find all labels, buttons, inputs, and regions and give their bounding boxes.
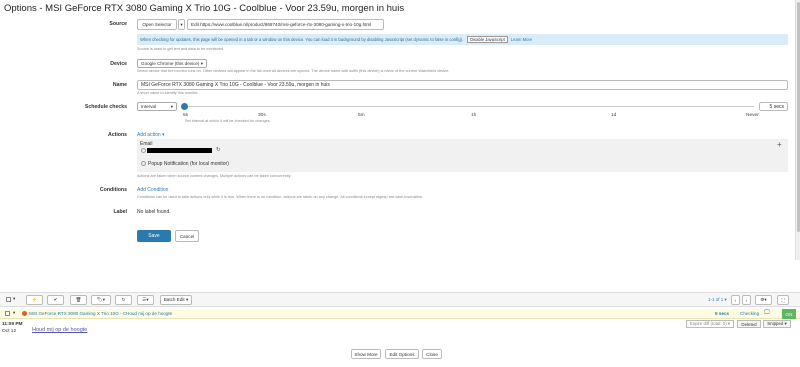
device-help: Select device that the monitor runs on. … xyxy=(137,69,450,73)
row-interval[interactable]: 5 secs xyxy=(715,311,729,316)
cancel-button[interactable]: Cancel xyxy=(175,230,199,242)
schedule-type-select[interactable]: Interval ▾ xyxy=(137,102,177,111)
label-button[interactable]: 🏷▾ xyxy=(91,295,111,305)
watchlist-toolbar: ▾ ⚡ ✔ 🗑 🏷▾ ↻ ☰▾ Batch Edit ▾ 1-1 of 1 ▾ … xyxy=(0,292,800,307)
detail-panel: 11:09 PM Oct 12 Houd mij op de hoogte Ex… xyxy=(0,319,800,367)
next-page-button[interactable]: › xyxy=(742,295,751,305)
label-field-label: Label xyxy=(113,209,127,215)
popup-action-label: Popup Notification (for local monitor) xyxy=(148,161,229,167)
device-select[interactable]: Google Chrome (this device) ▾ xyxy=(137,59,207,68)
trash-icon: 🗑 xyxy=(75,297,82,302)
interval-slider-track[interactable] xyxy=(186,106,754,107)
redacted-email xyxy=(147,148,212,153)
device-select-value: Google Chrome (this device) xyxy=(141,61,200,66)
source-help: Source is used to get text and data to b… xyxy=(137,47,225,51)
select-all-checkbox[interactable] xyxy=(6,297,11,302)
check-now-button[interactable]: ⚡ xyxy=(26,295,43,305)
page-title: Options - MSI GeForce RTX 3080 Gaming X … xyxy=(4,3,405,14)
plus-icon[interactable]: + xyxy=(777,140,782,149)
conditions-help: Conditions can be used to take actions o… xyxy=(137,195,424,199)
schedule-label: Schedule checks xyxy=(84,104,127,110)
row-subtitle[interactable]: Houd mij op de hoogte xyxy=(126,311,172,316)
chevron-down-icon[interactable]: ▾ xyxy=(13,310,15,316)
detail-content[interactable]: Houd mij op de hoogte xyxy=(32,327,87,333)
chevron-down-icon[interactable]: ▾ xyxy=(13,296,15,302)
gear-icon: ⚙▾ xyxy=(760,297,767,302)
pagination-select[interactable]: 1-1 of 1 ▾ xyxy=(708,297,727,303)
schedule-type-value: Interval xyxy=(141,104,157,109)
disable-javascript-button[interactable]: Disable JavaScript xyxy=(467,36,508,43)
chevron-down-icon: ▾ xyxy=(170,103,173,109)
interval-slider-thumb[interactable] xyxy=(181,103,188,110)
add-action-link[interactable]: Add action ▾ xyxy=(137,132,165,138)
name-input[interactable]: MSI GeForce RTX 3080 Gaming X Trio 10G -… xyxy=(137,80,788,90)
tick-label: 5s xyxy=(183,113,189,118)
interval-value-input[interactable]: 5 secs xyxy=(759,102,788,111)
email-remove-icon[interactable] xyxy=(141,148,146,153)
tick-label: 1h xyxy=(471,113,477,118)
table-row[interactable]: ▾ MSI GeForce RTX 3080 Gaming X Trio 10G… xyxy=(0,309,800,319)
label-value: No label found. xyxy=(137,209,171,215)
list-view-button[interactable]: ☰▾ xyxy=(137,295,154,305)
fullscreen-icon: ⛶ xyxy=(781,297,785,303)
schedule-help: Set interval at which it will be checked… xyxy=(185,119,271,123)
info-text: When checking for updates, this page wil… xyxy=(140,37,464,42)
on-toggle[interactable]: ON xyxy=(782,309,796,319)
row-status: Checking xyxy=(740,310,760,316)
detail-time: 11:09 PM xyxy=(2,322,23,327)
tick-label: 30s xyxy=(258,113,266,118)
name-help: A short name to identify this monitor. xyxy=(137,91,199,95)
deleted-button[interactable]: Deleted xyxy=(737,320,761,328)
tick-label: 5m xyxy=(358,113,365,118)
expire-diff-select[interactable]: Expire diff (total: 0) ▾ xyxy=(686,320,734,328)
maximize-button[interactable]: ⛶ xyxy=(777,295,789,305)
learn-more-link[interactable]: Learn More xyxy=(511,37,532,42)
settings-button[interactable]: ⚙▾ xyxy=(755,295,772,305)
javascript-info-bar: When checking for updates, this page wil… xyxy=(137,34,788,45)
row-checkbox[interactable] xyxy=(5,311,10,316)
batch-edit-button[interactable]: Batch Edit ▾ xyxy=(160,295,192,305)
email-action-label: Email xyxy=(140,141,153,147)
refresh-icon: ↻ xyxy=(121,297,126,302)
tag-icon: 🏷▾ xyxy=(96,297,106,302)
prev-page-button[interactable]: ‹ xyxy=(731,295,740,305)
tick-label: 1d xyxy=(611,113,617,118)
actions-box xyxy=(137,139,788,172)
edit-options-button[interactable]: Edit Options xyxy=(385,349,419,359)
scrollbar[interactable] xyxy=(795,0,800,260)
list-icon: ☰▾ xyxy=(142,297,149,302)
show-more-button[interactable]: Show More xyxy=(351,349,381,359)
add-condition-link[interactable]: Add Condition xyxy=(137,187,168,193)
selector-dropdown-button[interactable]: ▾ xyxy=(178,19,185,30)
edit-url-button[interactable]: Edit https://www.coolblue.nl/product/868… xyxy=(187,19,384,30)
monitor-icon[interactable]: 🖵 xyxy=(764,310,770,317)
chevron-down-icon: ▾ xyxy=(200,60,203,66)
favicon-icon xyxy=(22,311,27,316)
source-label: Source xyxy=(109,21,127,27)
tick-label: Never xyxy=(746,113,759,118)
close-button[interactable]: Close xyxy=(422,349,442,359)
snipped-button[interactable]: Snipped ▾ xyxy=(763,320,791,328)
actions-help: Actions are taken when source content ch… xyxy=(137,174,292,178)
detail-date: Oct 12 xyxy=(2,329,17,334)
refresh-button[interactable]: ↻ xyxy=(115,295,132,305)
row-title[interactable]: MSI GeForce RTX 3080 Gaming X Trio 10G -… xyxy=(29,311,126,316)
refresh-icon[interactable]: ↻ xyxy=(216,147,221,153)
save-button[interactable]: Save xyxy=(137,230,171,242)
popup-remove-icon[interactable] xyxy=(141,161,146,166)
device-label: Device xyxy=(110,61,127,67)
conditions-label: Conditions xyxy=(99,187,127,193)
name-label: Name xyxy=(112,82,127,88)
mark-read-button[interactable]: ✔ xyxy=(47,295,64,305)
bolt-icon: ⚡ xyxy=(31,297,38,302)
actions-label: Actions xyxy=(107,132,127,138)
open-selector-button[interactable]: Open Selector xyxy=(137,19,177,30)
delete-button[interactable]: 🗑 xyxy=(70,295,87,305)
check-icon: ✔ xyxy=(53,297,58,302)
